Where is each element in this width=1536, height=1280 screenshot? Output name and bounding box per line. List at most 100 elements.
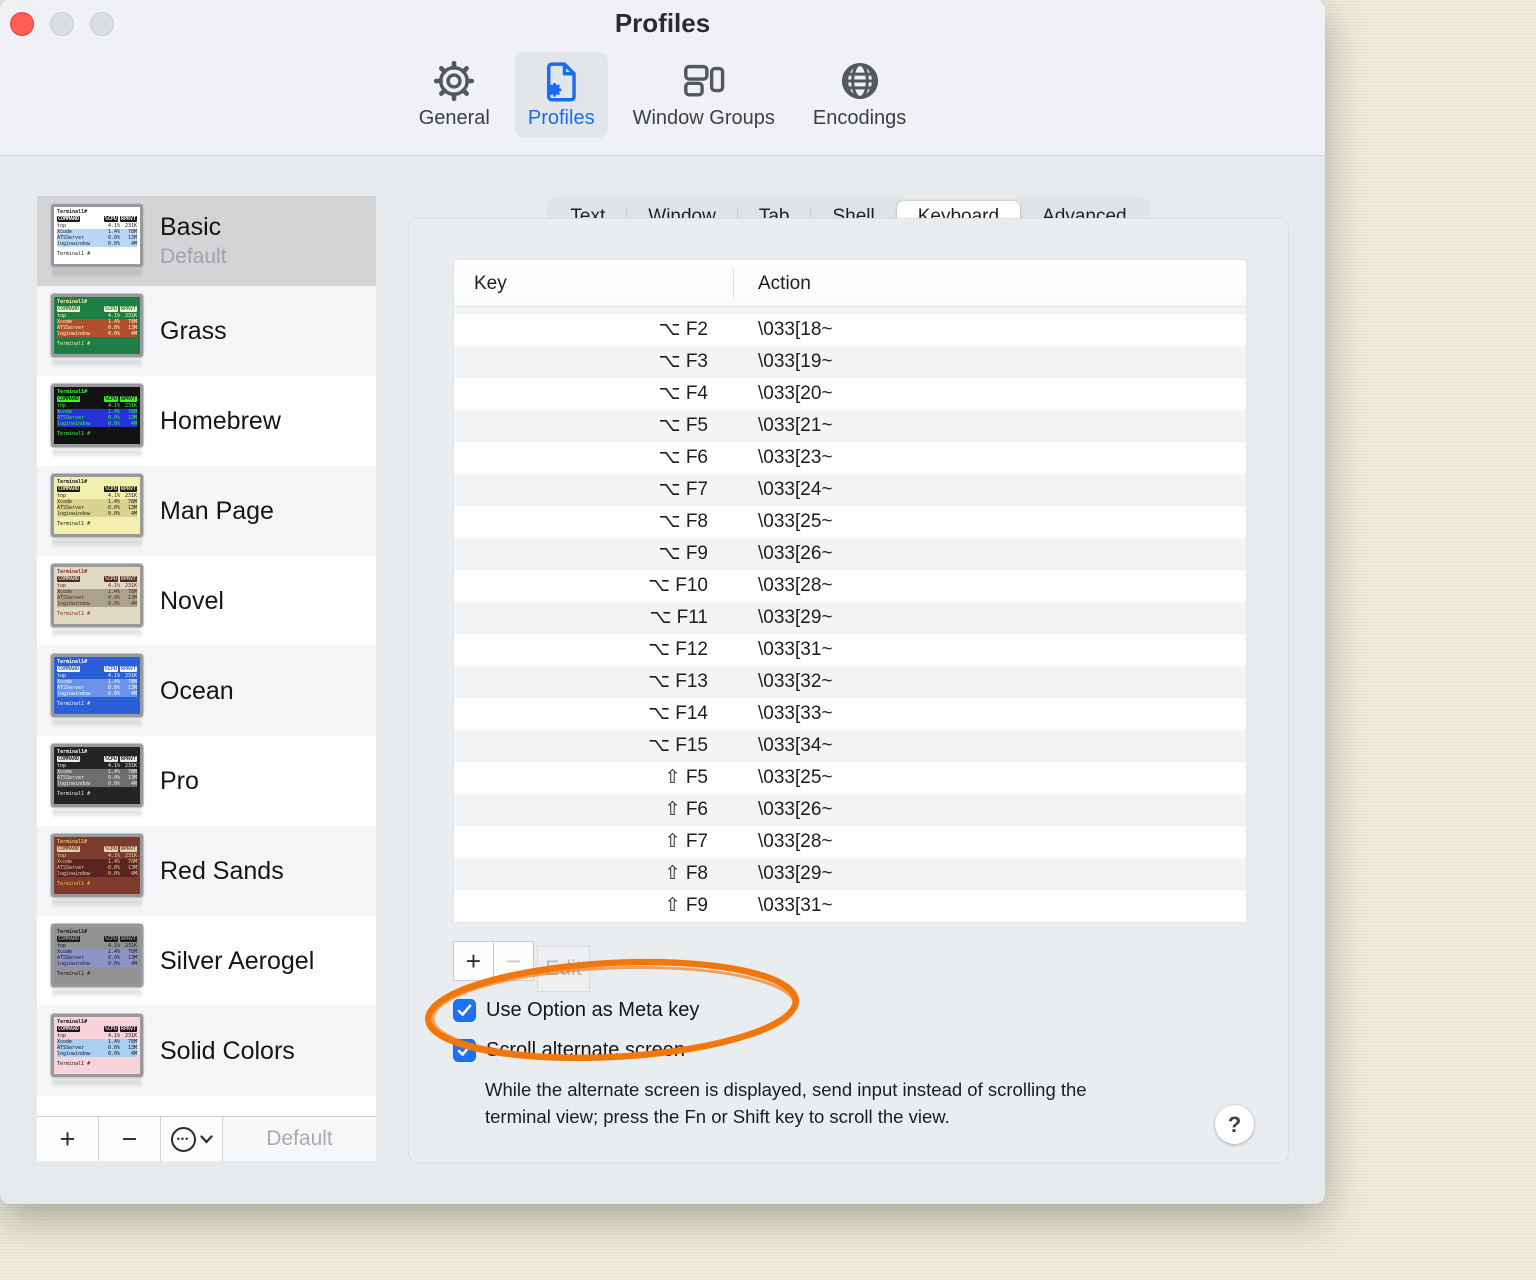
profile-list-item[interactable]: Terminal1# COMMAND %CPU RPRVT top 4.1% 231… — [37, 736, 376, 826]
thumbnail-reflection — [52, 540, 142, 548]
table-row[interactable]: ⌥ F8 \033[25~ — [454, 506, 1246, 538]
profile-list-item[interactable]: Terminal1# COMMAND %CPU RPRVT top 4.1% 231… — [37, 646, 376, 736]
alternate-screen-help-text: While the alternate screen is displayed,… — [485, 1079, 1087, 1127]
table-row[interactable]: ⌥ F5 \033[21~ — [454, 410, 1246, 442]
table-row[interactable]: ⌥ F9 \033[26~ — [454, 538, 1246, 570]
table-row[interactable]: ⌥ F11 \033[29~ — [454, 602, 1246, 634]
table-row[interactable]: ⇧ F6 \033[26~ — [454, 794, 1246, 826]
column-header-key: Key — [474, 273, 507, 294]
toolbar-item-general[interactable]: General — [406, 52, 503, 138]
profile-name: Homebrew — [160, 406, 281, 435]
action-cell: \033[29~ — [758, 607, 833, 628]
profile-texts: Solid Colors — [160, 1037, 295, 1066]
toolbar: General Profiles Window Groups Encodings — [0, 52, 1325, 138]
action-cell: \033[23~ — [758, 447, 833, 468]
toolbar-label: Profiles — [527, 107, 595, 129]
table-row[interactable]: ⇧ F7 \033[28~ — [454, 826, 1246, 858]
remove-profile-button[interactable]: − — [99, 1117, 161, 1161]
add-profile-button[interactable]: + — [37, 1117, 99, 1161]
thumbnail-reflection — [52, 990, 142, 998]
profile-thumbnail: Terminal1# COMMAND %CPU RPRVT top 4.1% 231… — [51, 564, 143, 638]
more-options-button[interactable]: ••• — [161, 1117, 223, 1161]
profile-list-item[interactable]: Terminal1# COMMAND %CPU RPRVT top 4.1% 231… — [37, 916, 376, 1006]
key-cell: ⌥ F4 — [658, 383, 708, 404]
mini-terminal-preview: Terminal1# COMMAND %CPU RPRVT top 4.1% 231… — [54, 477, 140, 534]
profile-list-item[interactable]: Terminal1# COMMAND %CPU RPRVT top 4.1% 231… — [37, 376, 376, 466]
table-row[interactable]: ⌥ F2 \033[18~ — [454, 314, 1246, 346]
key-cell: ⇧ F5 — [664, 767, 708, 788]
mini-terminal-preview: Terminal1# COMMAND %CPU RPRVT top 4.1% 231… — [54, 837, 140, 894]
profile-thumbnail: Terminal1# COMMAND %CPU RPRVT top 4.1% 231… — [51, 744, 143, 818]
toolbar-item-encodings[interactable]: Encodings — [800, 52, 919, 138]
action-cell: \033[26~ — [758, 799, 833, 820]
profile-list-item[interactable]: Terminal1# COMMAND %CPU RPRVT top 4.1% 231… — [37, 1006, 376, 1096]
table-row[interactable]: ⇧ F5 \033[25~ — [454, 762, 1246, 794]
default-button[interactable]: Default — [223, 1117, 376, 1161]
add-binding-button[interactable]: + — [453, 941, 494, 981]
thumbnail-reflection — [52, 630, 142, 638]
profile-thumbnail: Terminal1# COMMAND %CPU RPRVT top 4.1% 231… — [51, 204, 143, 278]
use-option-as-meta-key-checkbox[interactable] — [453, 998, 476, 1022]
use-option-as-meta-key-row: Use Option as Meta key — [453, 997, 699, 1023]
preferences-window: Profiles General Profiles Window Groups … — [0, 0, 1325, 1204]
key-cell: ⌥ F15 — [648, 735, 708, 756]
help-button[interactable]: ? — [1215, 1105, 1254, 1144]
remove-binding-button[interactable]: − — [493, 941, 534, 981]
table-row[interactable]: ⇧ F9 \033[31~ — [454, 890, 1246, 922]
table-row[interactable]: ⇧ F8 \033[29~ — [454, 858, 1246, 890]
table-row[interactable]: ⌥ F7 \033[24~ — [454, 474, 1246, 506]
action-cell: \033[25~ — [758, 511, 833, 532]
profile-subtitle: Default — [160, 245, 227, 268]
mini-terminal-preview: Terminal1# COMMAND %CPU RPRVT top 4.1% 231… — [54, 567, 140, 624]
table-row[interactable]: ⌥ F4 \033[20~ — [454, 378, 1246, 410]
action-cell: \033[28~ — [758, 831, 833, 852]
profile-list-item[interactable]: Terminal1# COMMAND %CPU RPRVT top 4.1% 231… — [37, 826, 376, 916]
toolbar-item-profiles[interactable]: Profiles — [514, 52, 608, 138]
mini-terminal-preview: Terminal1# COMMAND %CPU RPRVT top 4.1% 231… — [54, 657, 140, 714]
profile-texts: Basic Default — [160, 213, 227, 269]
action-cell: \033[28~ — [758, 575, 833, 596]
table-row[interactable]: ⌥ F3 \033[19~ — [454, 346, 1246, 378]
profile-list-item[interactable]: Terminal1# COMMAND %CPU RPRVT top 4.1% 231… — [37, 286, 376, 376]
table-row[interactable]: ⌥ F12 \033[31~ — [454, 634, 1246, 666]
profile-list-item[interactable]: Terminal1# COMMAND %CPU RPRVT top 4.1% 231… — [37, 196, 376, 286]
mini-terminal-preview: Terminal1# COMMAND %CPU RPRVT top 4.1% 231… — [54, 207, 140, 264]
column-header-action: Action — [758, 273, 811, 294]
key-cell: ⌥ F6 — [658, 447, 708, 468]
profile-thumbnail: Terminal1# COMMAND %CPU RPRVT top 4.1% 231… — [51, 384, 143, 458]
profile-texts: Novel — [160, 587, 224, 616]
action-cell: \033[20~ — [758, 383, 833, 404]
window-title: Profiles — [614, 8, 711, 38]
toolbar-item-window-groups[interactable]: Window Groups — [620, 52, 788, 138]
profile-list-item[interactable]: Terminal1# COMMAND %CPU RPRVT top 4.1% 231… — [37, 556, 376, 646]
profile-name: Silver Aerogel — [160, 946, 315, 975]
title-bar: Profiles General Profiles Window Groups … — [0, 0, 1325, 156]
table-row[interactable]: ⌥ F6 \033[23~ — [454, 442, 1246, 474]
profile-texts: Red Sands — [160, 857, 284, 886]
profile-texts: Grass — [160, 317, 227, 346]
key-cell: ⇧ F9 — [664, 895, 708, 916]
action-cell: \033[21~ — [758, 415, 833, 436]
mini-terminal-preview: Terminal1# COMMAND %CPU RPRVT top 4.1% 231… — [54, 387, 140, 444]
table-row[interactable]: ⌥ F13 \033[32~ — [454, 666, 1246, 698]
checkmark-icon — [457, 1043, 472, 1056]
column-divider[interactable] — [733, 269, 734, 298]
key-cell: ⌥ F10 — [648, 575, 708, 596]
scroll-alternate-screen-checkbox[interactable] — [453, 1038, 476, 1062]
thumbnail-reflection — [52, 1080, 142, 1088]
action-cell: \033[34~ — [758, 735, 833, 756]
use-option-as-meta-key-label: Use Option as Meta key — [486, 998, 700, 1021]
table-row[interactable]: ⌥ F14 \033[33~ — [454, 698, 1246, 730]
edit-binding-button[interactable]: Edit — [537, 946, 590, 992]
action-cell: \033[31~ — [758, 639, 833, 660]
thumbnail-reflection — [52, 720, 142, 728]
table-row[interactable]: ⌥ F10 \033[28~ — [454, 570, 1246, 602]
keyboard-panel: Key Action ⌥ F2 \033[18~ ⌥ F3 \033[19~ ⌥… — [408, 218, 1289, 1163]
thumbnail-reflection — [52, 360, 142, 368]
profile-thumbnail: Terminal1# COMMAND %CPU RPRVT top 4.1% 231… — [51, 924, 143, 998]
table-row[interactable]: ⌥ F15 \033[34~ — [454, 730, 1246, 762]
scroll-alternate-screen-label: Scroll alternate screen — [486, 1038, 685, 1061]
gear-icon — [434, 60, 475, 102]
profile-list-footer: + − ••• Default — [37, 1116, 376, 1161]
profile-list-item[interactable]: Terminal1# COMMAND %CPU RPRVT top 4.1% 231… — [37, 466, 376, 556]
